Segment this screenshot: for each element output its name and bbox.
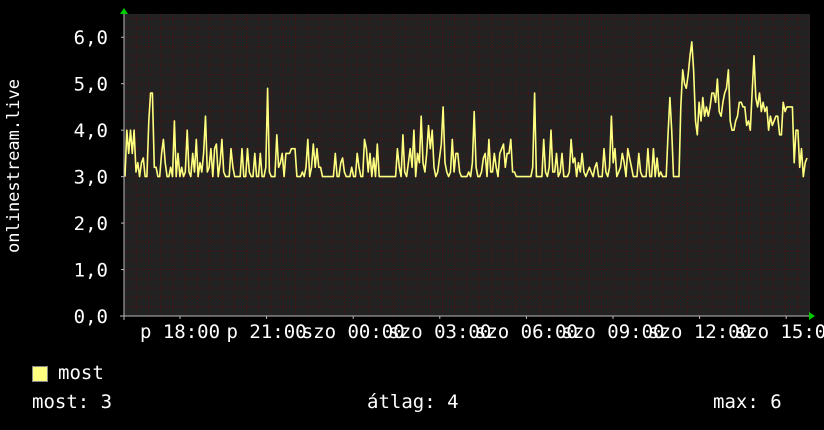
legend-label-most: most	[58, 362, 104, 384]
y-tick-label: 0,0	[74, 306, 108, 328]
y-axis-arrow-icon	[120, 8, 128, 14]
y-tick-label: 1,0	[74, 260, 108, 282]
y-tick-label: 2,0	[74, 213, 108, 235]
x-tick-label: p 18:00	[140, 321, 220, 343]
stat-max-value: max: 6	[713, 391, 782, 413]
x-tick-label: szo 15:00	[735, 321, 824, 343]
stat-last-value: most: 3	[32, 391, 113, 413]
x-axis-ticks: p 18:00 p 21:00szo 00:00szo 03:00szo 06:0…	[140, 316, 824, 343]
legend-swatch	[32, 366, 48, 382]
y-axis-title: onlinestream.live	[4, 79, 24, 253]
y-tick-label: 6,0	[74, 27, 108, 49]
y-axis-ticks: 0,0 1,0 2,0 3,0 4,0 5,0 6,0	[74, 27, 124, 328]
stat-average-value: átlag: 4	[367, 391, 459, 413]
x-axis-arrow-icon	[809, 312, 815, 320]
rrd-chart: 0,0 1,0 2,0 3,0 4,0 5,0 6,0 p 18:00 p 21:00 szo …	[4, 8, 824, 343]
y-tick-label: 4,0	[74, 120, 108, 142]
x-tick-label: p 21:00	[227, 321, 307, 343]
y-tick-label: 3,0	[74, 167, 108, 189]
y-tick-label: 5,0	[74, 74, 108, 96]
